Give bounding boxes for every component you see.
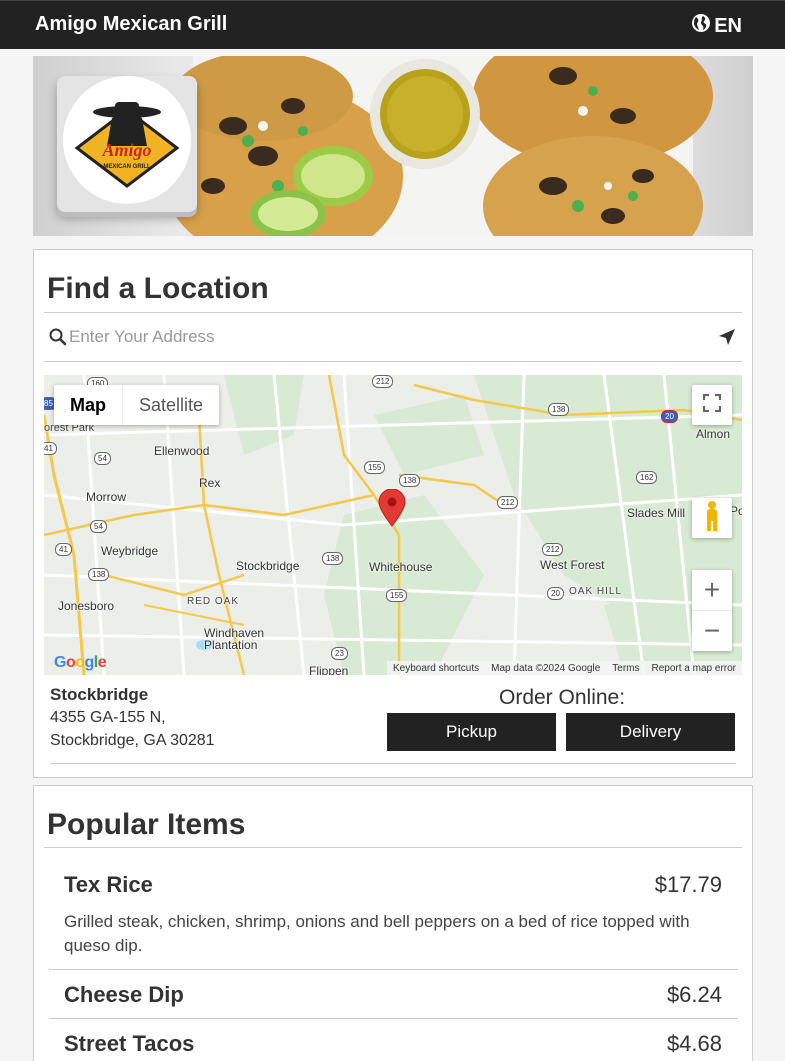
menu-item-price: $6.24 <box>666 982 722 1007</box>
map-place: Weybridge <box>101 544 159 558</box>
find-location-title: Find a Location <box>47 272 269 305</box>
route-shield: 212 <box>542 543 564 556</box>
map-type-map[interactable]: Map <box>54 385 123 425</box>
menu-item-row[interactable]: Cheese Dip $6.24 <box>49 970 738 1019</box>
route-shield: 138 <box>88 568 110 581</box>
logo-tile[interactable]: Amigo MEXICAN GRILL <box>57 76 197 212</box>
route-shield: 155 <box>386 589 408 602</box>
route-shield: 20 <box>547 587 564 600</box>
street-view-button[interactable] <box>692 498 732 538</box>
map-place: West Forest <box>540 558 605 572</box>
restaurant-logo: Amigo MEXICAN GRILL <box>63 76 191 204</box>
route-shield: 138 <box>548 403 570 416</box>
pegman-icon <box>702 500 722 537</box>
map-footer: Keyboard shortcuts Map data ©2024 Google… <box>386 661 742 675</box>
menu-item-row[interactable]: Street Tacos $4.68 <box>49 1019 738 1061</box>
menu-item-description: Grilled steak, chicken, shrimp, onions a… <box>64 912 690 955</box>
google-map[interactable]: orest Park Ellenwood Morrow Rex Weybridg… <box>44 375 742 675</box>
location-arrow-icon[interactable] <box>718 328 736 351</box>
order-online-label: Order Online: <box>499 686 626 709</box>
fullscreen-icon <box>702 393 722 417</box>
route-shield: 138 <box>322 552 344 565</box>
map-place: Morrow <box>86 490 127 504</box>
google-logo[interactable]: Google <box>54 654 107 672</box>
language-code: EN <box>714 14 742 37</box>
map-place: Rex <box>199 476 221 490</box>
route-shield: 155 <box>364 461 386 474</box>
map-place: RED OAK <box>187 596 240 607</box>
menu-item-price: $4.68 <box>666 1031 722 1056</box>
map-marker-icon[interactable] <box>378 488 406 532</box>
map-place: Ellenwood <box>154 444 210 458</box>
menu-item-name: Tex Rice <box>64 872 153 897</box>
search-icon <box>49 328 67 351</box>
map-place: Whitehouse <box>369 560 433 574</box>
location-address-line1: 4355 GA-155 N, <box>50 709 166 726</box>
keyboard-shortcuts-link[interactable]: Keyboard shortcuts <box>393 663 479 674</box>
brand-name[interactable]: Amigo Mexican Grill <box>35 13 227 36</box>
route-shield: 212 <box>372 375 394 388</box>
fullscreen-button[interactable] <box>692 385 732 425</box>
logo-text: Amigo <box>101 140 151 160</box>
route-shield: 54 <box>90 520 107 533</box>
menu-item-name: Cheese Dip <box>64 982 184 1007</box>
zoom-control: + − <box>692 570 732 651</box>
zoom-out-button[interactable]: − <box>692 611 732 651</box>
delivery-button[interactable]: Delivery <box>566 713 735 751</box>
location-name: Stockbridge <box>50 685 149 704</box>
popular-items-card: Popular Items Tex Rice $17.79 Grilled st… <box>33 785 753 1061</box>
location-address-line2: Stockbridge, GA 30281 <box>50 732 215 749</box>
map-place: Jonesboro <box>58 599 115 613</box>
map-place: OAK HILL <box>569 586 623 597</box>
find-location-card: Find a Location Enter Your Address orest… <box>33 249 753 778</box>
map-place: Almon <box>696 427 731 441</box>
map-place: Plantation <box>204 638 258 652</box>
map-type-satellite[interactable]: Satellite <box>123 385 219 425</box>
route-shield: 23 <box>331 647 348 660</box>
logo-subtext: MEXICAN GRILL <box>103 164 151 170</box>
pickup-button[interactable]: Pickup <box>387 713 556 751</box>
route-shield: 54 <box>94 452 111 465</box>
zoom-in-button[interactable]: + <box>692 571 732 611</box>
address-input[interactable] <box>69 324 709 350</box>
route-shield: 20 <box>661 410 678 423</box>
map-place: Stockbridge <box>236 559 300 573</box>
route-shield: 41 <box>55 543 72 556</box>
map-type-control: Map Satellite <box>54 385 220 425</box>
menu-item-name: Street Tacos <box>64 1031 195 1056</box>
route-shield: 212 <box>497 496 519 509</box>
language-selector[interactable]: EN <box>691 13 742 39</box>
location-divider <box>50 763 736 764</box>
top-navbar: Amigo Mexican Grill EN <box>0 0 785 49</box>
hero-banner: Amigo MEXICAN GRILL <box>33 56 753 236</box>
menu-item-price: $17.79 <box>654 872 722 897</box>
terms-link[interactable]: Terms <box>612 663 639 674</box>
route-shield: 41 <box>44 442 57 455</box>
report-error-link[interactable]: Report a map error <box>652 663 736 674</box>
map-place: Slades Mill <box>627 506 686 520</box>
popular-items-title: Popular Items <box>47 808 246 841</box>
route-shield: 162 <box>636 471 658 484</box>
menu-item-row[interactable]: Tex Rice $17.79 Grilled steak, chicken, … <box>49 848 738 970</box>
map-place: Flippen <box>309 664 349 675</box>
globe-icon <box>691 13 711 39</box>
address-search <box>44 312 742 362</box>
route-shield: 138 <box>399 474 421 487</box>
map-data-attribution: Map data ©2024 Google <box>491 662 601 674</box>
